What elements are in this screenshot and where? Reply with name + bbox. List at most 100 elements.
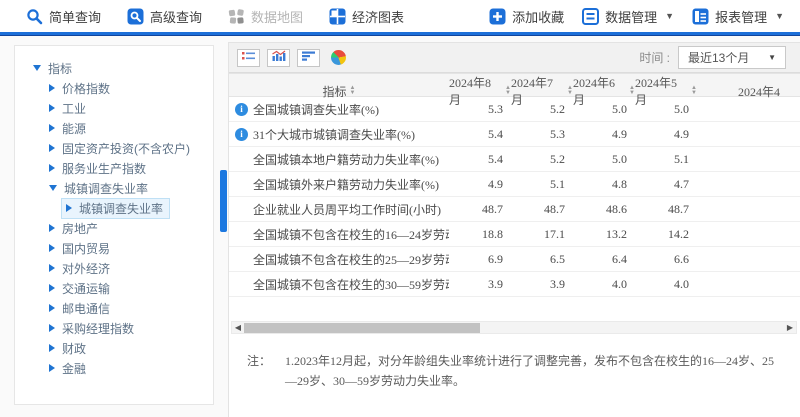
chevron-down-icon: ▼ bbox=[775, 12, 784, 21]
nav-simple-query[interactable]: 简单查询 bbox=[26, 7, 101, 26]
scroll-left-arrow-icon[interactable]: ◀ bbox=[232, 322, 244, 333]
nav-advanced-query[interactable]: 高级查询 bbox=[127, 7, 202, 26]
value-cell: 17.1 bbox=[511, 227, 573, 242]
column-header-label: 指标 bbox=[323, 83, 347, 100]
chevron-down-icon: ▼ bbox=[665, 12, 674, 21]
expand-arrow-icon[interactable] bbox=[49, 124, 55, 132]
indicator-name: 全国城镇本地户籍劳动力失业率(%) bbox=[253, 151, 439, 168]
scroll-right-arrow-icon[interactable]: ▶ bbox=[784, 322, 796, 333]
top-toolbar: 简单查询 高级查询 数据地图 经济图表 添加收藏 数据管理 ▼ bbox=[0, 0, 800, 32]
expand-arrow-icon[interactable] bbox=[49, 284, 55, 292]
list-view-icon bbox=[241, 49, 257, 67]
tree-item-6[interactable]: 城镇调查失业率 bbox=[29, 178, 207, 198]
table-row-7: 全国城镇不包含在校生的30—59岁劳动力失业率(%)3.93.94.04.0 bbox=[229, 272, 800, 297]
value-cell: 5.1 bbox=[635, 152, 697, 167]
tree-item-7[interactable]: 城镇调查失业率 bbox=[29, 198, 207, 218]
tree-item-label: 城镇调查失业率 bbox=[79, 200, 163, 217]
expand-arrow-icon[interactable] bbox=[49, 264, 55, 272]
tree-item-inner: 交通运输 bbox=[45, 279, 116, 298]
expand-arrow-icon[interactable] bbox=[49, 84, 55, 92]
expand-arrow-icon[interactable] bbox=[49, 324, 55, 332]
tree-item-inner: 服务业生产指数 bbox=[45, 159, 152, 178]
nav-economic-charts[interactable]: 经济图表 bbox=[329, 7, 404, 26]
indicator-name-cell: 全国城镇外来户籍劳动力失业率(%) bbox=[229, 176, 449, 193]
value-cell: 6.4 bbox=[573, 252, 635, 267]
pie-chart-icon bbox=[331, 50, 346, 65]
tree-item-label: 交通运输 bbox=[62, 280, 110, 297]
tree-item-0[interactable]: 指标 bbox=[29, 58, 207, 78]
expand-arrow-icon[interactable] bbox=[49, 164, 55, 172]
data-manage-menu[interactable]: 数据管理 ▼ bbox=[582, 7, 674, 26]
indicator-tree: 指标价格指数工业能源固定资产投资(不含农户)服务业生产指数城镇调查失业率城镇调查… bbox=[29, 58, 207, 378]
tree-item-5[interactable]: 服务业生产指数 bbox=[29, 158, 207, 178]
tree-item-4[interactable]: 固定资产投资(不含农户) bbox=[29, 138, 207, 158]
table-view-button[interactable] bbox=[237, 49, 260, 67]
tree-item-8[interactable]: 房地产 bbox=[29, 218, 207, 238]
add-favorite-button[interactable]: 添加收藏 bbox=[489, 7, 564, 26]
tree-item-2[interactable]: 工业 bbox=[29, 98, 207, 118]
top-toolbar-right: 添加收藏 数据管理 ▼ 报表管理 ▼ bbox=[489, 7, 786, 26]
table-row-3: 全国城镇外来户籍劳动力失业率(%)4.95.14.84.7 bbox=[229, 172, 800, 197]
tree-item-inner: 城镇调查失业率 bbox=[45, 179, 154, 198]
scrollbar-thumb[interactable] bbox=[244, 323, 480, 333]
panel-splitter-handle[interactable] bbox=[220, 170, 227, 232]
expand-arrow-icon[interactable] bbox=[49, 104, 55, 112]
value-cell: 5.3 bbox=[449, 102, 511, 117]
report-manage-menu[interactable]: 报表管理 ▼ bbox=[692, 7, 784, 26]
bar-chart-view-button[interactable] bbox=[267, 49, 290, 67]
sort-icon[interactable]: ▲▼ bbox=[350, 86, 356, 96]
time-range-select[interactable]: 最近13个月 ▼ bbox=[678, 46, 786, 69]
expand-arrow-icon[interactable] bbox=[49, 144, 55, 152]
expand-arrow-icon[interactable] bbox=[49, 244, 55, 252]
expand-arrow-icon[interactable] bbox=[49, 224, 55, 232]
column-header-label: 2024年4 bbox=[738, 83, 780, 100]
info-icon[interactable]: i bbox=[235, 128, 248, 141]
value-cell: 18.8 bbox=[449, 227, 511, 242]
map-icon bbox=[228, 8, 245, 25]
tree-item-label: 固定资产投资(不含农户) bbox=[62, 140, 190, 157]
info-icon[interactable]: i bbox=[235, 103, 248, 116]
tree-item-inner: 工业 bbox=[45, 99, 92, 118]
column-header-4[interactable]: 2024年4 bbox=[697, 83, 800, 100]
table-row-6: 全国城镇不包含在校生的25—29岁劳动力失业率(%)6.96.56.46.6 bbox=[229, 247, 800, 272]
column-header-indicator[interactable]: 指标▲▼ bbox=[229, 83, 449, 100]
tree-item-label: 服务业生产指数 bbox=[62, 160, 146, 177]
tree-item-label: 采购经理指数 bbox=[62, 320, 134, 337]
tree-item-3[interactable]: 能源 bbox=[29, 118, 207, 138]
value-cell: 4.9 bbox=[635, 127, 697, 142]
horizontal-scrollbar[interactable]: ◀ ▶ bbox=[231, 321, 797, 334]
tree-item-1[interactable]: 价格指数 bbox=[29, 78, 207, 98]
expand-arrow-icon[interactable] bbox=[49, 344, 55, 352]
hbar-chart-view-button[interactable] bbox=[297, 49, 320, 67]
tree-item-13[interactable]: 采购经理指数 bbox=[29, 318, 207, 338]
pie-chart-view-button[interactable] bbox=[327, 49, 350, 67]
indicator-name: 全国城镇不包含在校生的30—59岁劳动力失业率(%) bbox=[253, 276, 449, 293]
tree-item-inner: 指标 bbox=[29, 59, 78, 78]
tree-item-9[interactable]: 国内贸易 bbox=[29, 238, 207, 258]
nav-data-map-label: 数据地图 bbox=[251, 7, 303, 26]
tree-item-11[interactable]: 交通运输 bbox=[29, 278, 207, 298]
search-icon bbox=[26, 8, 43, 25]
indicator-name: 企业就业人员周平均工作时间(小时) bbox=[253, 201, 441, 218]
tree-item-10[interactable]: 对外经济 bbox=[29, 258, 207, 278]
data-panel: 时间 : 最近13个月 ▼ 指标▲▼2024年8月▲▼2024年7月▲▼2024… bbox=[228, 42, 800, 417]
collapse-arrow-icon[interactable] bbox=[33, 65, 41, 71]
time-range-value: 最近13个月 bbox=[688, 49, 749, 66]
tree-item-12[interactable]: 邮电通信 bbox=[29, 298, 207, 318]
time-filter: 时间 : 最近13个月 ▼ bbox=[639, 46, 786, 69]
document-icon bbox=[582, 8, 599, 25]
collapse-arrow-icon[interactable] bbox=[49, 185, 57, 191]
expand-arrow-icon[interactable] bbox=[66, 204, 72, 212]
tree-item-15[interactable]: 金融 bbox=[29, 358, 207, 378]
value-cell: 48.7 bbox=[449, 202, 511, 217]
tree-item-label: 金融 bbox=[62, 360, 86, 377]
value-cell: 1 bbox=[697, 227, 800, 242]
nav-data-map[interactable]: 数据地图 bbox=[228, 7, 303, 26]
search-boxed-icon bbox=[127, 8, 144, 25]
expand-arrow-icon[interactable] bbox=[49, 364, 55, 372]
value-cell: 6.5 bbox=[511, 252, 573, 267]
tree-item-inner: 邮电通信 bbox=[45, 299, 116, 318]
value-cell: 3.9 bbox=[449, 277, 511, 292]
tree-item-14[interactable]: 财政 bbox=[29, 338, 207, 358]
expand-arrow-icon[interactable] bbox=[49, 304, 55, 312]
